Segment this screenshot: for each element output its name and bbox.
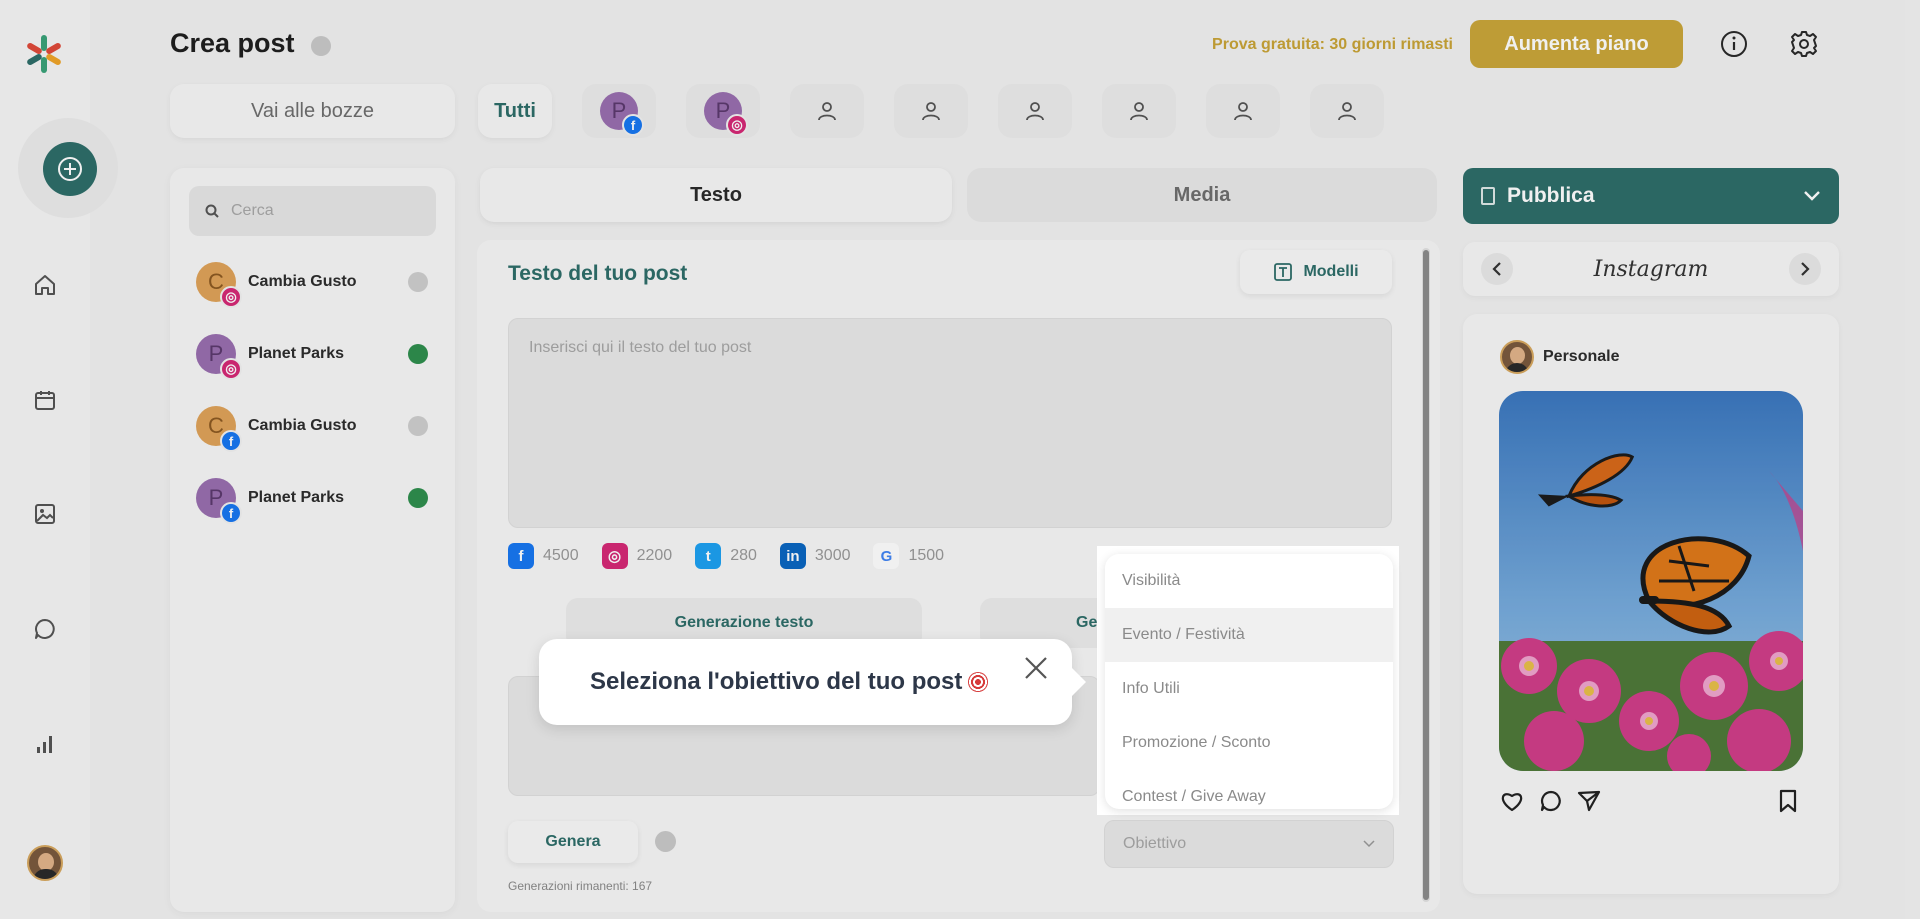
target-icon: [968, 672, 989, 692]
goal-option[interactable]: Contest / Give Away: [1105, 770, 1393, 809]
tour-overlay[interactable]: [0, 0, 1920, 919]
goal-option[interactable]: Promozione / Sconto: [1105, 716, 1393, 770]
goal-option[interactable]: Info Utili: [1105, 662, 1393, 716]
goal-option[interactable]: Evento / Festività: [1105, 608, 1393, 662]
goal-dropdown: Visibilità Evento / Festività Info Utili…: [1105, 554, 1393, 809]
tooltip-text: Seleziona l'obiettivo del tuo post: [590, 668, 963, 695]
tour-tooltip: Seleziona l'obiettivo del tuo post: [539, 639, 1086, 725]
goal-option[interactable]: Visibilità: [1105, 554, 1393, 608]
close-icon[interactable]: [1020, 652, 1052, 684]
